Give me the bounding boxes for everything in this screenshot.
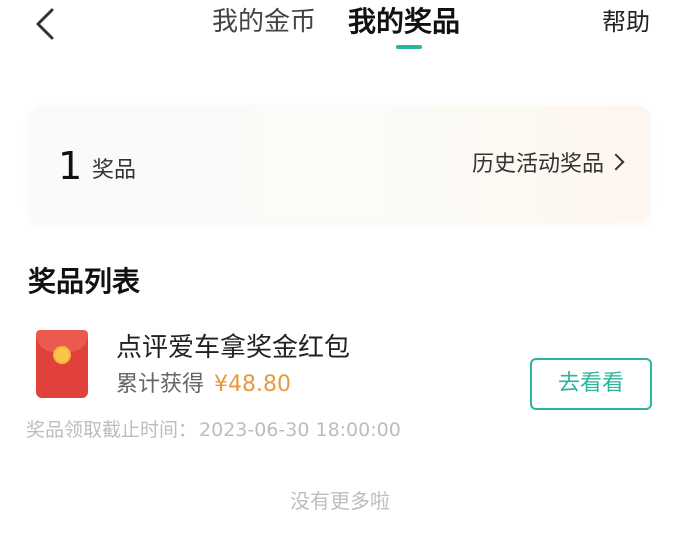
prize-name: 点评爱车拿奖金红包: [116, 333, 351, 363]
section-title: 奖品列表: [28, 265, 141, 298]
prize-accumulated: 累计获得 ¥48.80: [116, 370, 291, 400]
accumulated-amount: ¥48.80: [214, 372, 291, 397]
history-prizes-link[interactable]: 历史活动奖品: [471, 150, 625, 180]
prize-count: 1: [58, 144, 83, 188]
envelope-seal: [53, 346, 71, 364]
red-envelope-icon: [36, 330, 88, 398]
deadline-value: 2023-06-30 18:00:00: [199, 419, 401, 441]
view-prize-button[interactable]: 去看看: [530, 358, 652, 410]
tab-my-coins[interactable]: 我的金币: [212, 4, 316, 40]
prize-summary-card: 1 奖品 历史活动奖品: [30, 106, 650, 222]
chevron-right-icon: [607, 153, 625, 171]
tab-my-prizes[interactable]: 我的奖品: [348, 4, 460, 40]
no-more-footer: 没有更多啦: [290, 489, 390, 513]
prize-count-label: 奖品: [92, 158, 137, 183]
top-bar: 我的金币 我的奖品 帮助: [0, 0, 680, 60]
active-tab-indicator: [396, 45, 422, 49]
help-link[interactable]: 帮助: [602, 4, 650, 40]
prize-deadline: 奖品领取截止时间： 2023-06-30 18:00:00: [26, 416, 401, 444]
back-icon[interactable]: [30, 6, 62, 42]
deadline-label: 奖品领取截止时间：: [26, 419, 198, 441]
history-prizes-label: 历史活动奖品: [471, 152, 604, 177]
accumulated-label: 累计获得: [116, 372, 205, 397]
